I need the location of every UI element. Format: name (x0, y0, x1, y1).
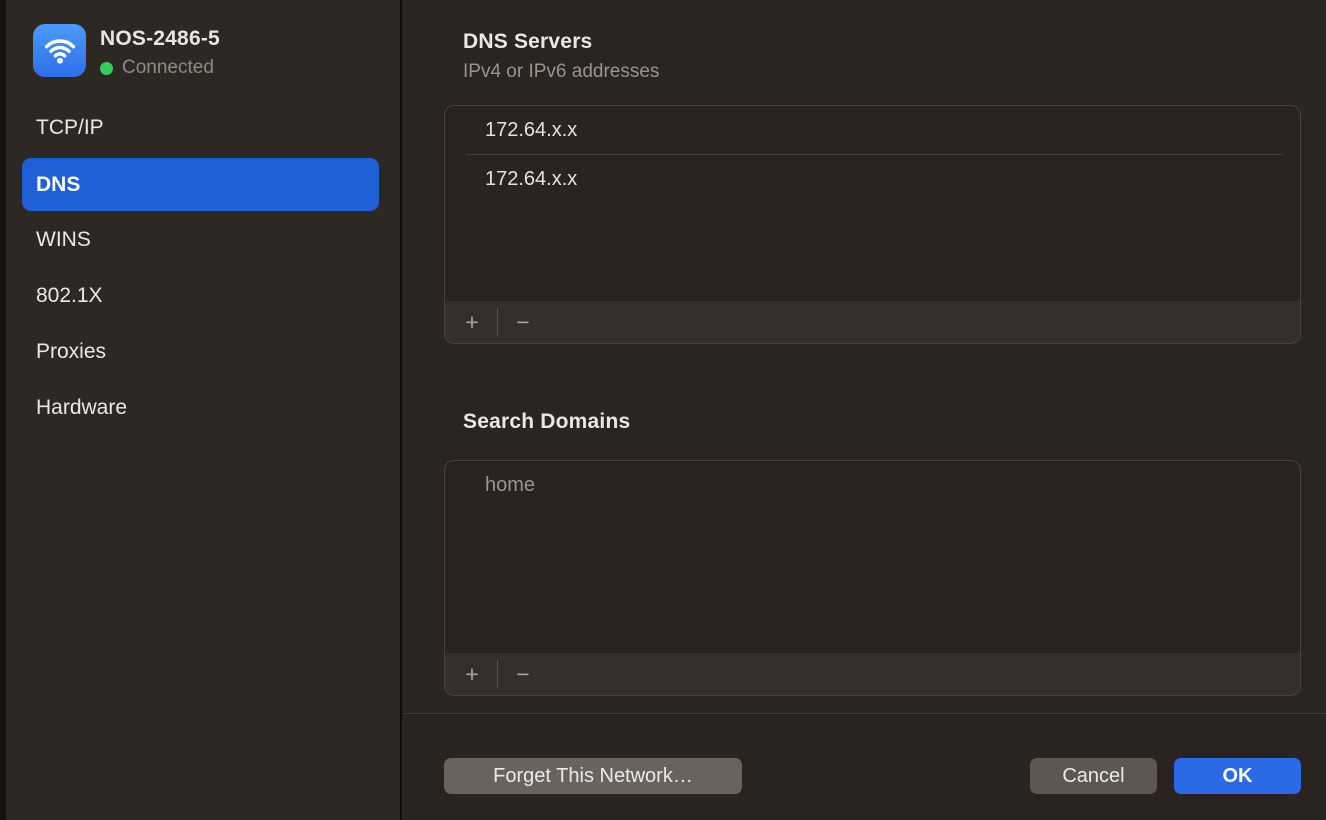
network-status-label: Connected (122, 57, 214, 79)
search-domains-title: Search Domains (463, 410, 630, 434)
network-status: Connected (100, 57, 214, 79)
sidebar-item-hardware[interactable]: Hardware (6, 380, 400, 436)
remove-search-domain-button[interactable]: − (504, 653, 542, 695)
wifi-icon (33, 24, 86, 77)
sidebar-item-dns[interactable]: DNS (22, 158, 379, 211)
add-dns-server-button[interactable]: + (453, 301, 491, 343)
sidebar-nav: TCP/IP DNS WINS 802.1X Proxies Hardware (6, 100, 400, 436)
sidebar-item-wins[interactable]: WINS (6, 212, 400, 268)
network-name: NOS-2486-5 (100, 27, 220, 51)
sidebar-item-tcpip[interactable]: TCP/IP (6, 100, 400, 156)
minus-icon: − (516, 661, 529, 688)
dns-servers-subtitle: IPv4 or IPv6 addresses (463, 61, 659, 83)
connected-status-dot-icon (100, 62, 113, 75)
dns-settings-panel: DNS Servers IPv4 or IPv6 addresses 172.6… (404, 0, 1326, 820)
dns-servers-list-toolbar: + − (445, 301, 1300, 343)
dns-servers-rows: 172.64.x.x 172.64.x.x (445, 106, 1300, 203)
plus-icon: + (465, 661, 478, 688)
toolbar-separator (497, 660, 498, 688)
search-domains-listbox: home + − (444, 460, 1301, 696)
sidebar-item-8021x[interactable]: 802.1X (6, 268, 400, 324)
dns-servers-listbox: 172.64.x.x 172.64.x.x + − (444, 105, 1301, 344)
plus-icon: + (465, 309, 478, 336)
add-search-domain-button[interactable]: + (453, 653, 491, 695)
cancel-button[interactable]: Cancel (1030, 758, 1157, 794)
remove-dns-server-button[interactable]: − (504, 301, 542, 343)
search-domain-row[interactable]: home (445, 461, 1300, 509)
dns-server-row[interactable]: 172.64.x.x (445, 155, 1300, 203)
network-header: NOS-2486-5 Connected (33, 24, 373, 80)
search-domains-rows: home (445, 461, 1300, 509)
forget-this-network-button[interactable]: Forget This Network… (444, 758, 742, 794)
dns-servers-title: DNS Servers (463, 30, 592, 54)
toolbar-separator (497, 308, 498, 336)
search-domains-list-toolbar: + − (445, 653, 1300, 695)
sidebar: NOS-2486-5 Connected TCP/IP DNS WINS 802… (6, 0, 402, 820)
network-details-window: NOS-2486-5 Connected TCP/IP DNS WINS 802… (0, 0, 1326, 820)
minus-icon: − (516, 309, 529, 336)
dns-server-row[interactable]: 172.64.x.x (445, 106, 1300, 154)
dialog-footer: Forget This Network… Cancel OK (404, 714, 1326, 820)
ok-button[interactable]: OK (1174, 758, 1301, 794)
sidebar-item-proxies[interactable]: Proxies (6, 324, 400, 380)
